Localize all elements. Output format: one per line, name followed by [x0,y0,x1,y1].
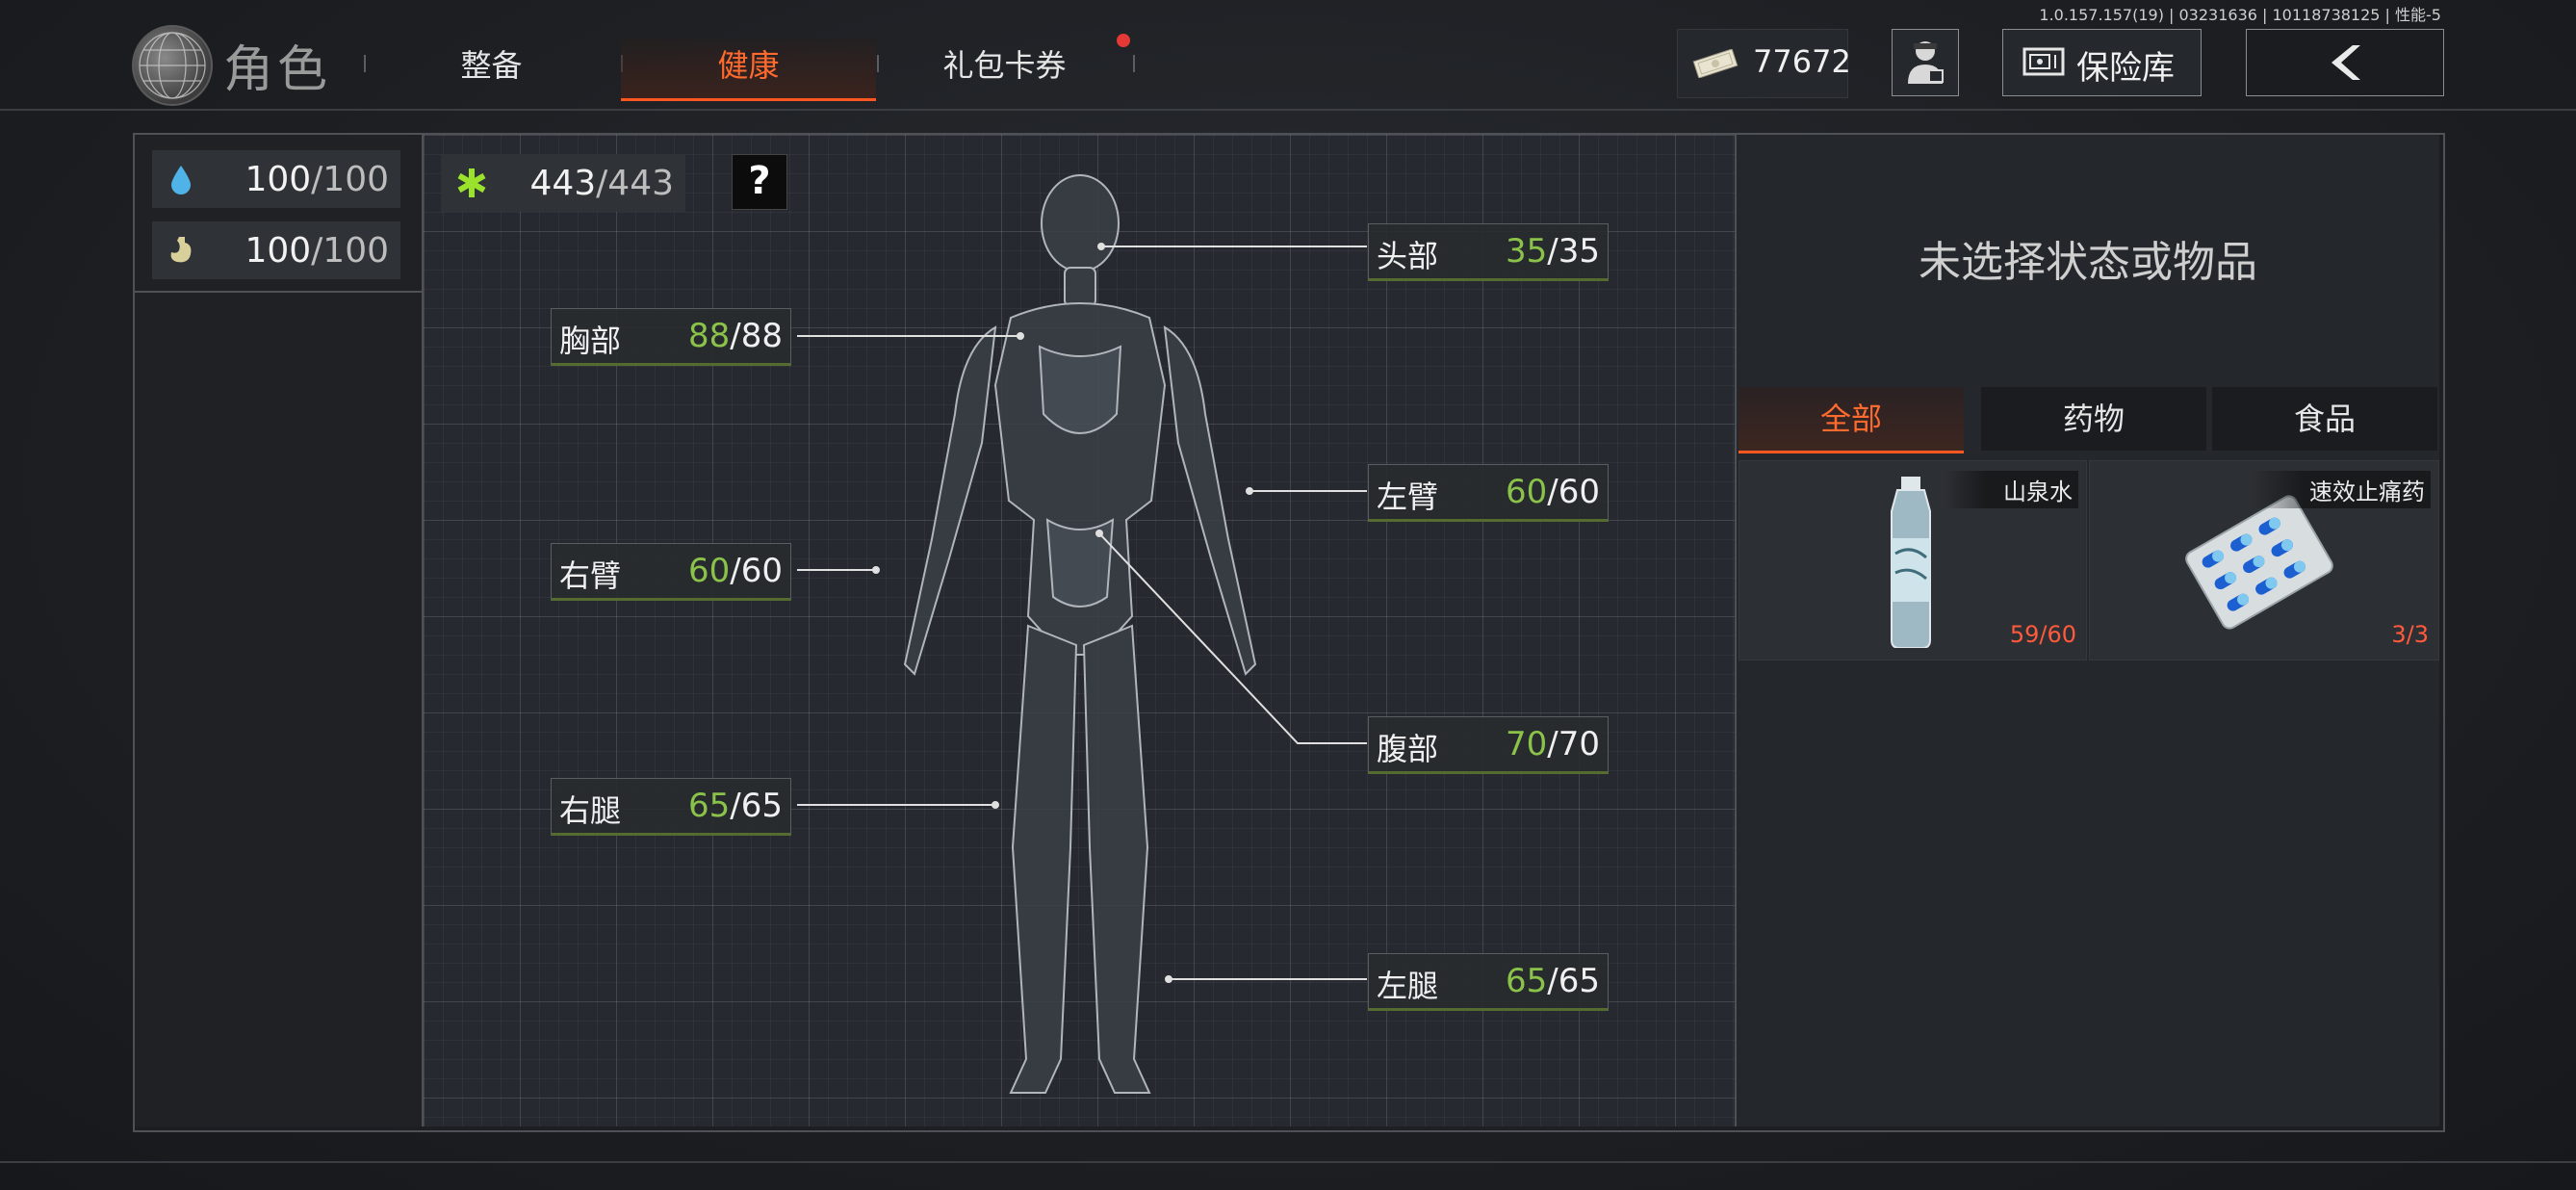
body-part-max: /88 [730,317,783,355]
body-part-right-arm[interactable]: 右臂 60/60 [551,543,791,601]
body-part-name: 左腿 [1377,968,1439,1004]
item-count: 59/60 [2009,621,2076,648]
filter-tab-medicine[interactable]: 药物 [1981,387,2206,451]
body-part-name: 腹部 [1377,731,1439,767]
total-health-stat[interactable]: 443/443 [441,154,685,212]
body-part-current: 35 [1506,232,1548,271]
body-part-max: /35 [1547,232,1600,271]
item-slot-spring-water[interactable]: 山泉水 59/60 [1739,460,2087,660]
body-part-max: /60 [1547,473,1600,511]
body-part-max: /65 [730,787,783,825]
body-part-left-leg[interactable]: 左腿 65/65 [1368,953,1609,1011]
body-part-current: 65 [688,787,731,825]
no-selection-message: 未选择状态或物品 [1919,238,2257,287]
filter-tab-food[interactable]: 食品 [2212,387,2437,451]
body-part-current: 88 [688,317,731,355]
footer-divider [0,1161,2576,1163]
body-part-max: /60 [730,552,783,590]
help-button[interactable]: ? [732,154,787,210]
filter-tab-label: 药物 [2062,401,2125,437]
body-part-current: 70 [1506,725,1548,763]
filter-tab-label: 食品 [2293,401,2356,437]
body-part-current: 60 [688,552,731,590]
body-part-name: 胸部 [559,323,622,359]
item-name: 速效止痛药 [2252,471,2431,508]
body-part-name: 右腿 [559,792,622,829]
body-part-head[interactable]: 头部 35/35 [1368,223,1609,281]
medical-cross-icon [457,168,486,197]
body-part-right-leg[interactable]: 右腿 65/65 [551,778,791,836]
body-part-name: 左臂 [1377,479,1439,515]
body-part-current: 60 [1506,473,1548,511]
body-part-chest[interactable]: 胸部 88/88 [551,308,791,366]
filter-tab-all[interactable]: 全部 [1739,387,1964,453]
body-part-max: /70 [1547,725,1600,763]
total-health-current: 443 [529,164,597,203]
item-name: 山泉水 [1945,471,2078,508]
body-part-left-arm[interactable]: 左臂 60/60 [1368,464,1609,522]
filter-tab-label: 全部 [1819,401,1882,437]
total-health-max: /443 [596,164,674,203]
body-part-current: 65 [1506,962,1548,1000]
item-count: 3/3 [2391,621,2429,648]
body-part-max: /65 [1547,962,1600,1000]
water-bottle-icon [1891,477,1931,648]
item-slot-painkiller[interactable]: 速效止痛药 3/3 [2089,460,2439,660]
body-part-name: 右臂 [559,557,622,594]
body-part-name: 头部 [1377,238,1439,274]
body-part-abdomen[interactable]: 腹部 70/70 [1368,716,1609,774]
